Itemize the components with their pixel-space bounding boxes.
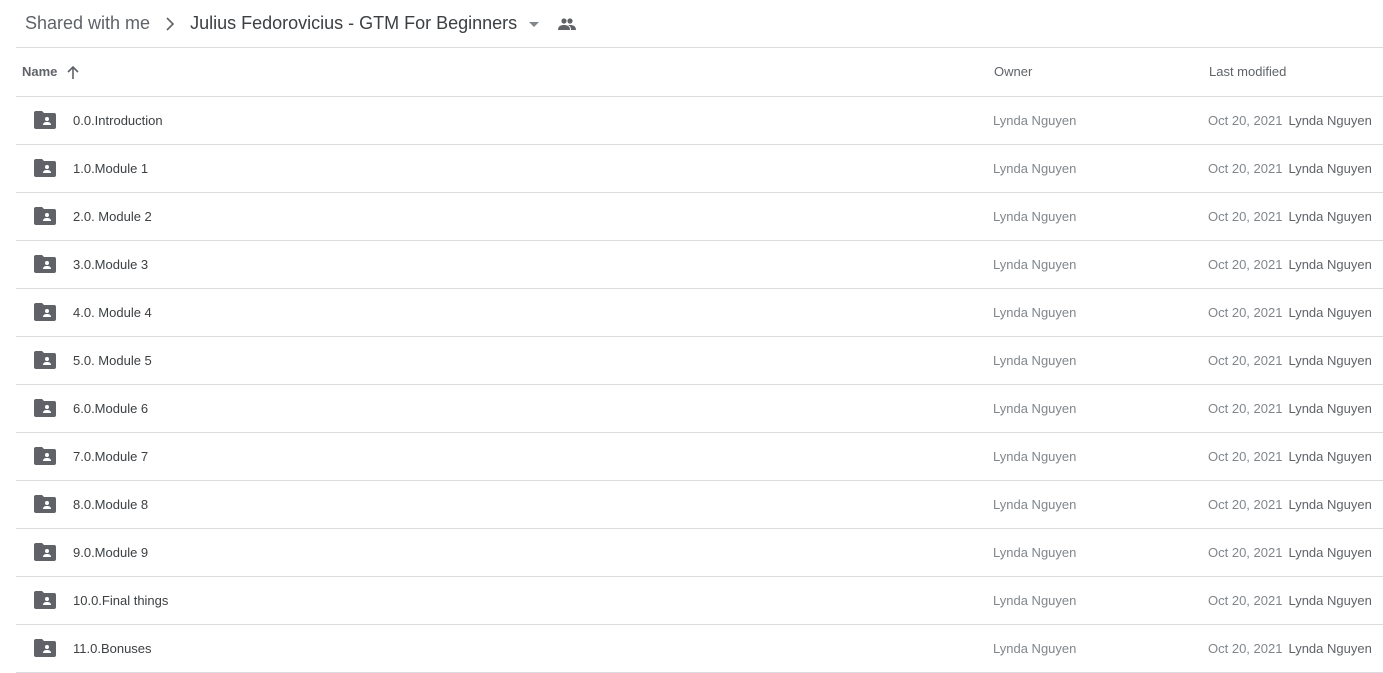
modified-by: Lynda Nguyen bbox=[1288, 209, 1372, 224]
modified-date: Oct 20, 2021 bbox=[1208, 257, 1283, 272]
modified-date: Oct 20, 2021 bbox=[1208, 305, 1283, 320]
table-row[interactable]: 6.0.Module 6 Lynda Nguyen Oct 20, 2021 Ly… bbox=[16, 385, 1383, 433]
modified-date: Oct 20, 2021 bbox=[1208, 497, 1283, 512]
table-row[interactable]: 4.0. Module 4 Lynda Nguyen Oct 20, 2021 L… bbox=[16, 289, 1383, 337]
modified-by: Lynda Nguyen bbox=[1288, 641, 1372, 656]
modified-date: Oct 20, 2021 bbox=[1208, 161, 1283, 176]
file-name: 7.0.Module 7 bbox=[73, 449, 149, 464]
modified-by: Lynda Nguyen bbox=[1288, 593, 1372, 608]
table-row[interactable]: 10.0.Final things Lynda Nguyen Oct 20, 2… bbox=[16, 577, 1383, 625]
folder-menu-button[interactable] bbox=[523, 13, 545, 35]
file-last-modified: Oct 20, 2021 Lynda Nguyen bbox=[1208, 145, 1372, 192]
file-name: 10.0.Final things bbox=[73, 593, 169, 608]
table-row[interactable]: 3.0.Module 3 Lynda Nguyen Oct 20, 2021 Ly… bbox=[16, 241, 1383, 289]
modified-by: Lynda Nguyen bbox=[1288, 305, 1372, 320]
table-row[interactable]: 5.0. Module 5 Lynda Nguyen Oct 20, 2021 L… bbox=[16, 337, 1383, 385]
shared-folder-icon bbox=[34, 543, 56, 561]
arrow-up-icon[interactable] bbox=[65, 64, 81, 80]
file-owner: Lynda Nguyen bbox=[993, 257, 1077, 272]
file-last-modified: Oct 20, 2021 Lynda Nguyen bbox=[1208, 337, 1372, 384]
shared-folder-icon bbox=[34, 111, 56, 129]
shared-folder-icon bbox=[34, 351, 56, 369]
file-last-modified: Oct 20, 2021 Lynda Nguyen bbox=[1208, 577, 1372, 624]
file-name: 5.0. Module 5 bbox=[73, 353, 152, 368]
file-last-modified: Oct 20, 2021 Lynda Nguyen bbox=[1208, 193, 1372, 240]
file-owner: Lynda Nguyen bbox=[993, 449, 1077, 464]
modified-date: Oct 20, 2021 bbox=[1208, 593, 1283, 608]
file-name: 1.0.Module 1 bbox=[73, 161, 149, 176]
breadcrumb-shared-with-me[interactable]: Shared with me bbox=[16, 0, 159, 47]
modified-by: Lynda Nguyen bbox=[1288, 353, 1372, 368]
file-owner: Lynda Nguyen bbox=[993, 161, 1077, 176]
file-owner: Lynda Nguyen bbox=[993, 113, 1077, 128]
file-last-modified: Oct 20, 2021 Lynda Nguyen bbox=[1208, 289, 1372, 336]
file-list-header: Name Owner Last modified bbox=[16, 48, 1383, 97]
chevron-right-icon bbox=[161, 15, 179, 33]
file-owner: Lynda Nguyen bbox=[993, 353, 1077, 368]
file-name: 0.0.Introduction bbox=[73, 113, 163, 128]
file-owner: Lynda Nguyen bbox=[993, 209, 1077, 224]
modified-date: Oct 20, 2021 bbox=[1208, 113, 1283, 128]
file-last-modified: Oct 20, 2021 Lynda Nguyen bbox=[1208, 241, 1372, 288]
file-last-modified: Oct 20, 2021 Lynda Nguyen bbox=[1208, 625, 1372, 672]
modified-date: Oct 20, 2021 bbox=[1208, 353, 1283, 368]
modified-by: Lynda Nguyen bbox=[1288, 113, 1372, 128]
table-row[interactable]: 8.0.Module 8 Lynda Nguyen Oct 20, 2021 Ly… bbox=[16, 481, 1383, 529]
modified-by: Lynda Nguyen bbox=[1288, 449, 1372, 464]
file-owner: Lynda Nguyen bbox=[993, 593, 1077, 608]
file-name: 2.0. Module 2 bbox=[73, 209, 152, 224]
modified-date: Oct 20, 2021 bbox=[1208, 449, 1283, 464]
modified-by: Lynda Nguyen bbox=[1288, 497, 1372, 512]
modified-date: Oct 20, 2021 bbox=[1208, 545, 1283, 560]
modified-by: Lynda Nguyen bbox=[1288, 545, 1372, 560]
file-name: 11.0.Bonuses bbox=[73, 641, 152, 656]
modified-by: Lynda Nguyen bbox=[1288, 161, 1372, 176]
table-row[interactable]: 0.0.Introduction Lynda Nguyen Oct 20, 20… bbox=[16, 97, 1383, 145]
shared-folder-icon bbox=[34, 447, 56, 465]
column-header-name[interactable]: Name bbox=[22, 48, 81, 96]
modified-date: Oct 20, 2021 bbox=[1208, 209, 1283, 224]
file-name: 3.0.Module 3 bbox=[73, 257, 149, 272]
file-owner: Lynda Nguyen bbox=[993, 641, 1077, 656]
shared-folder-icon bbox=[34, 495, 56, 513]
shared-folder-icon bbox=[34, 591, 56, 609]
file-name: 9.0.Module 9 bbox=[73, 545, 149, 560]
modified-by: Lynda Nguyen bbox=[1288, 401, 1372, 416]
modified-date: Oct 20, 2021 bbox=[1208, 641, 1283, 656]
file-name: 8.0.Module 8 bbox=[73, 497, 149, 512]
file-last-modified: Oct 20, 2021 Lynda Nguyen bbox=[1208, 529, 1372, 576]
table-row[interactable]: 2.0. Module 2 Lynda Nguyen Oct 20, 2021 L… bbox=[16, 193, 1383, 241]
file-last-modified: Oct 20, 2021 Lynda Nguyen bbox=[1208, 385, 1372, 432]
column-header-name-label: Name bbox=[22, 64, 58, 79]
file-owner: Lynda Nguyen bbox=[993, 305, 1077, 320]
file-owner: Lynda Nguyen bbox=[993, 401, 1077, 416]
caret-down-icon bbox=[529, 15, 540, 33]
file-last-modified: Oct 20, 2021 Lynda Nguyen bbox=[1208, 433, 1372, 480]
shared-folder-icon bbox=[34, 207, 56, 225]
modified-date: Oct 20, 2021 bbox=[1208, 401, 1283, 416]
breadcrumb: Shared with me Julius Fedorovicius - GTM… bbox=[16, 0, 1383, 48]
table-row[interactable]: 1.0.Module 1 Lynda Nguyen Oct 20, 2021 Ly… bbox=[16, 145, 1383, 193]
breadcrumb-current-folder[interactable]: Julius Fedorovicius - GTM For Beginners bbox=[181, 0, 521, 47]
file-owner: Lynda Nguyen bbox=[993, 545, 1077, 560]
shared-folder-icon bbox=[34, 399, 56, 417]
table-row[interactable]: 11.0.Bonuses Lynda Nguyen Oct 20, 2021 Ly… bbox=[16, 625, 1383, 673]
table-row[interactable]: 7.0.Module 7 Lynda Nguyen Oct 20, 2021 Ly… bbox=[16, 433, 1383, 481]
file-last-modified: Oct 20, 2021 Lynda Nguyen bbox=[1208, 481, 1372, 528]
column-header-last-modified[interactable]: Last modified bbox=[1209, 48, 1286, 96]
file-name: 6.0.Module 6 bbox=[73, 401, 149, 416]
shared-folder-icon bbox=[34, 639, 56, 657]
file-last-modified: Oct 20, 2021 Lynda Nguyen bbox=[1208, 97, 1372, 144]
file-owner: Lynda Nguyen bbox=[993, 497, 1077, 512]
column-header-owner: Owner bbox=[994, 64, 1033, 79]
shared-folder-icon bbox=[34, 159, 56, 177]
shared-folder-icon bbox=[34, 303, 56, 321]
file-name: 4.0. Module 4 bbox=[73, 305, 152, 320]
people-icon[interactable] bbox=[555, 12, 579, 36]
shared-folder-icon bbox=[34, 255, 56, 273]
modified-by: Lynda Nguyen bbox=[1288, 257, 1372, 272]
table-row[interactable]: 9.0.Module 9 Lynda Nguyen Oct 20, 2021 Ly… bbox=[16, 529, 1383, 577]
file-list: Name Owner Last modified 0.0.Introductio… bbox=[16, 48, 1383, 673]
